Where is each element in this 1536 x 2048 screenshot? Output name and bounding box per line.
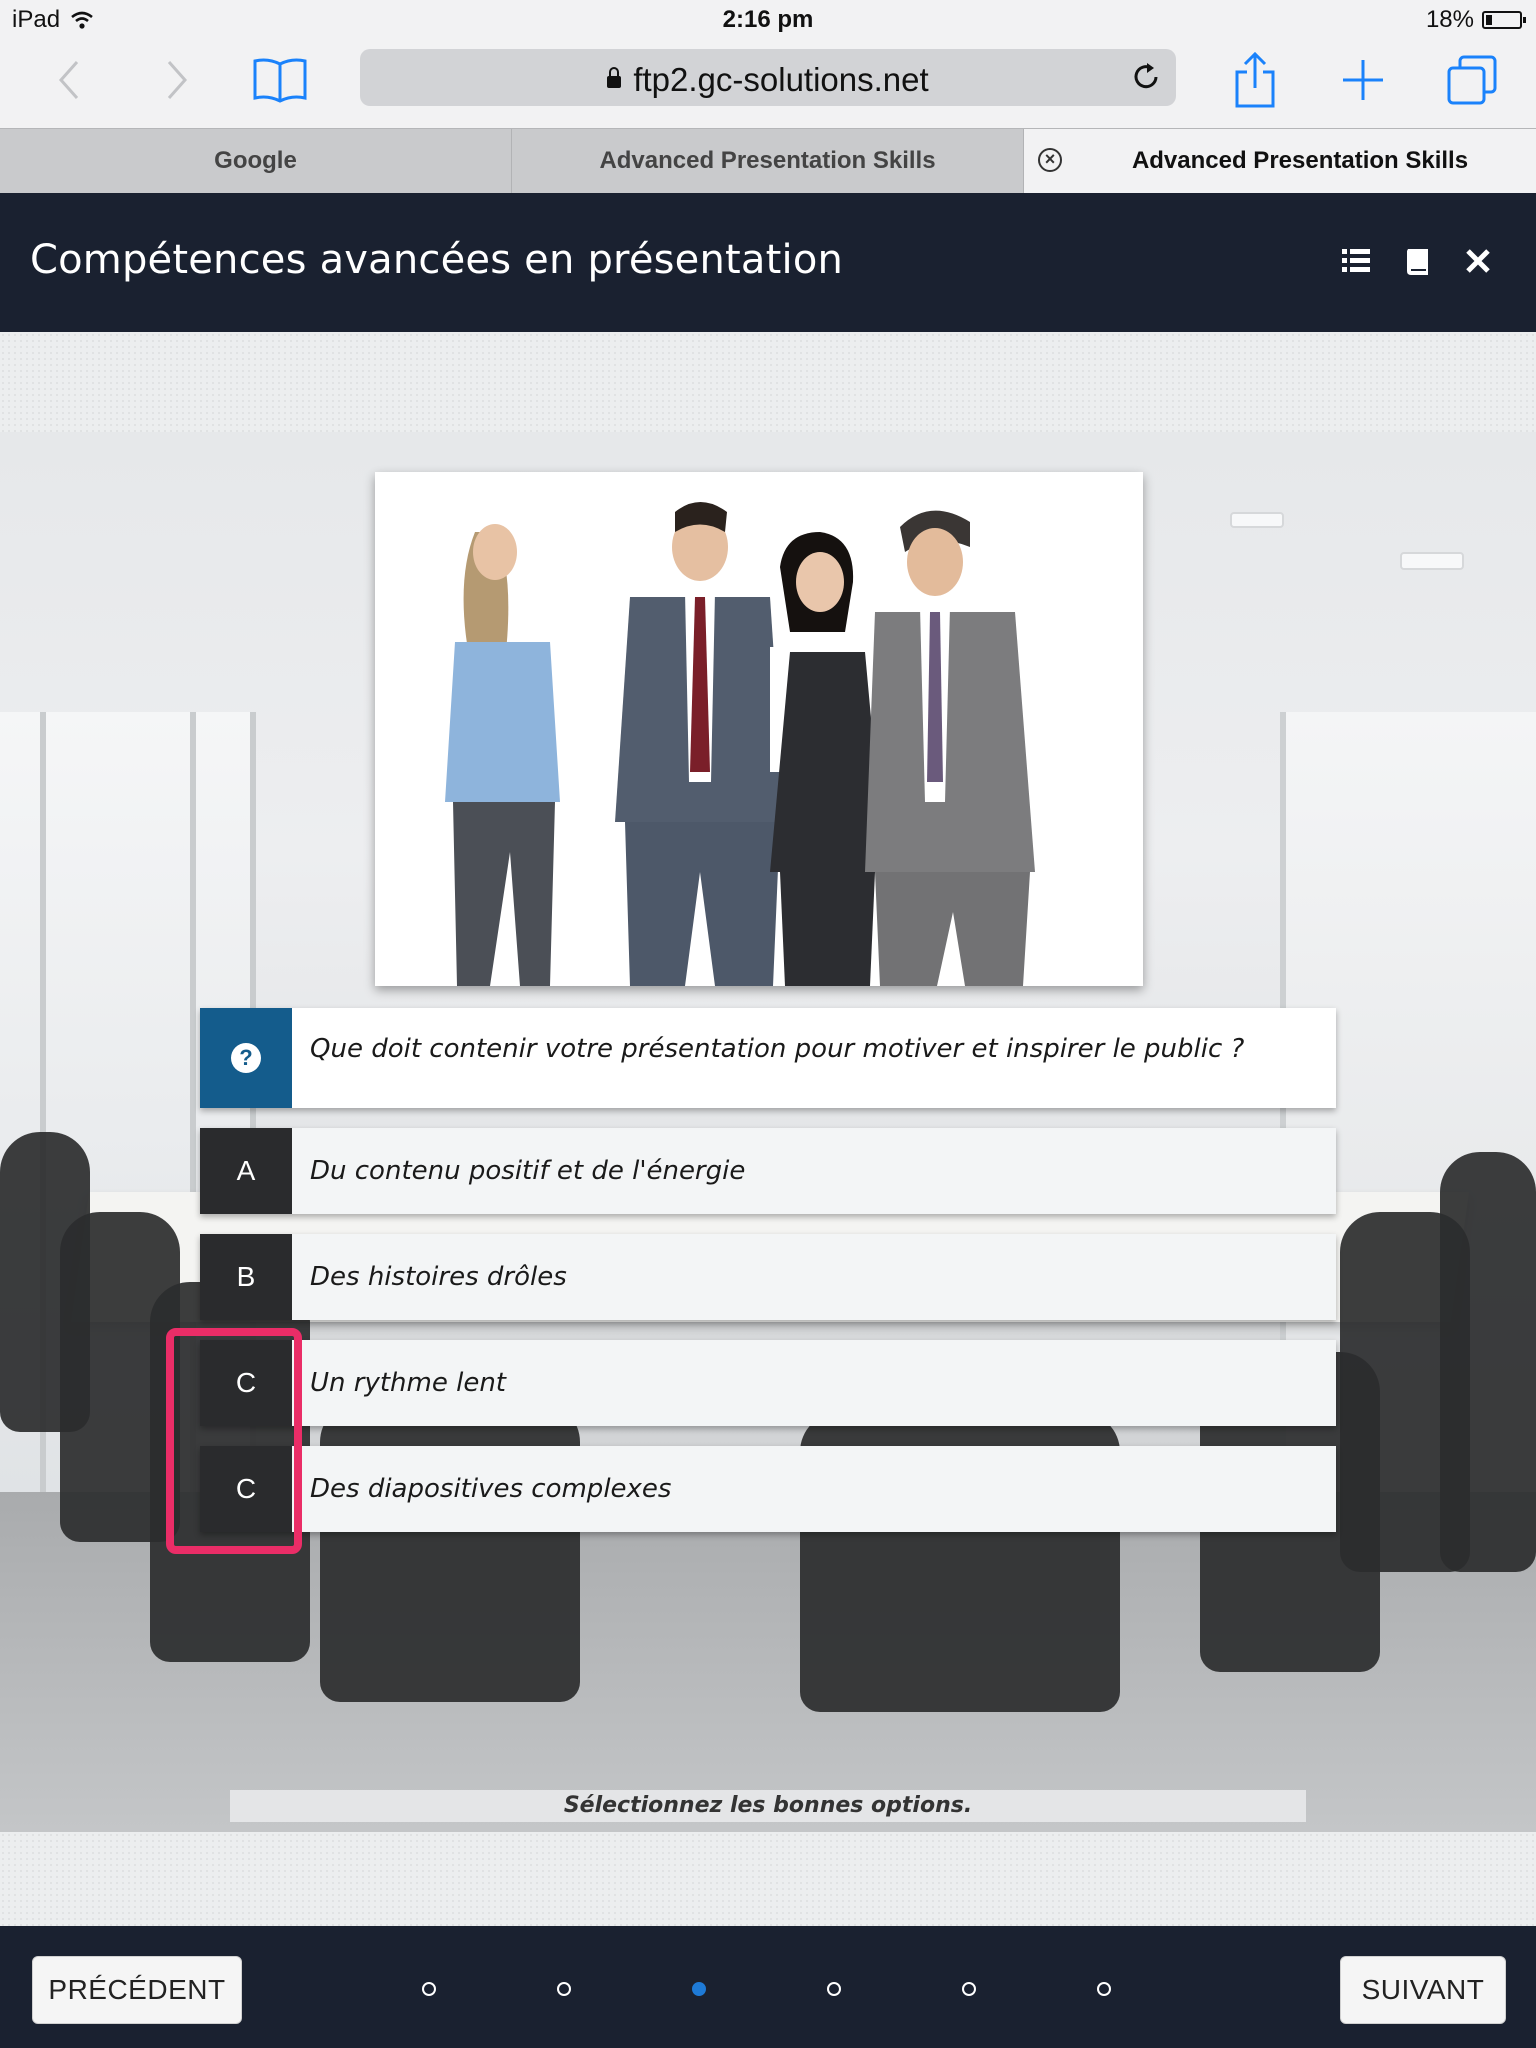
next-button[interactable]: SUIVANT [1340, 1956, 1506, 2024]
business-team-photo [375, 472, 1143, 986]
page-dot-4[interactable] [827, 1982, 841, 1996]
course-title: Compétences avancées en présentation [30, 237, 844, 283]
previous-button[interactable]: PRÉCÉDENT [32, 1956, 242, 2024]
page-dot-6[interactable] [1097, 1982, 1111, 1996]
new-tab-button[interactable] [1338, 50, 1388, 110]
list-icon[interactable] [1340, 245, 1372, 277]
address-bar[interactable]: ftp2.gc-solutions.net [360, 49, 1176, 106]
plus-icon [1343, 60, 1383, 100]
share-button[interactable] [1230, 50, 1280, 110]
status-right: 18% [1425, 6, 1526, 34]
option-text: Un rythme lent [292, 1340, 1336, 1426]
browser-tab-strip: Google Advanced Presentation Skills × Ad… [0, 128, 1536, 193]
tab-label: Advanced Presentation Skills [1131, 147, 1469, 174]
battery-icon [1482, 11, 1526, 29]
page-dot-1[interactable] [422, 1982, 436, 1996]
team-illustration [445, 502, 1035, 986]
share-icon [1235, 52, 1275, 108]
battery-percent: 18% [1425, 6, 1474, 33]
office-chair [1440, 1152, 1536, 1572]
chevron-right-icon [167, 61, 188, 99]
person-woman-left [445, 524, 560, 986]
book-open-icon [253, 58, 307, 103]
instruction-text: Sélectionnez les bonnes options. [230, 1790, 1306, 1822]
forward-button[interactable] [162, 50, 192, 110]
clock: 2:16 pm [722, 6, 814, 33]
answer-option-d[interactable]: C Des diapositives complexes [200, 1446, 1336, 1532]
chevron-left-icon [58, 61, 79, 99]
tabs-overview-button[interactable] [1444, 50, 1500, 110]
answer-option-c[interactable]: C Un rythme lent [200, 1340, 1336, 1426]
tabs-icon [1447, 55, 1497, 105]
url-display: ftp2.gc-solutions.net [360, 61, 1176, 99]
annotation-highlight-box [166, 1328, 302, 1554]
option-letter: B [200, 1234, 292, 1320]
option-letter: A [200, 1128, 292, 1214]
answer-option-a[interactable]: A Du contenu positif et de l'énergie [200, 1128, 1336, 1214]
person-man-center [615, 502, 785, 986]
question-icon: ? [231, 1043, 261, 1073]
ceiling-light [1230, 512, 1284, 528]
back-button[interactable] [54, 50, 84, 110]
texture-band-bottom [0, 1832, 1536, 1926]
person-man-right [865, 510, 1035, 986]
question-label: ? [200, 1008, 292, 1108]
person-woman-right [770, 532, 885, 986]
texture-band-top [0, 332, 1536, 432]
reload-icon[interactable] [1130, 61, 1162, 93]
course-header: Compétences avancées en présentation [0, 193, 1536, 332]
browser-tab-presentation-1[interactable]: Advanced Presentation Skills [512, 129, 1024, 193]
browser-tab-google[interactable]: Google [0, 129, 512, 193]
page-dot-5[interactable] [962, 1982, 976, 1996]
tab-close-icon[interactable]: × [1038, 148, 1062, 172]
browser-tab-presentation-active[interactable]: × Advanced Presentation Skills [1024, 129, 1536, 193]
bookmarks-button[interactable] [250, 50, 310, 110]
question-text: Que doit contenir votre présentation pou… [292, 1008, 1336, 1108]
page-dot-2[interactable] [557, 1982, 571, 1996]
tab-label: Advanced Presentation Skills [599, 147, 936, 174]
close-icon[interactable] [1462, 245, 1494, 277]
answer-option-b[interactable]: B Des histoires drôles [200, 1234, 1336, 1320]
lock-icon [607, 67, 622, 89]
question-row: ? Que doit contenir votre présentation p… [200, 1008, 1336, 1108]
status-bar: iPad 2:16 pm 18% [0, 0, 1536, 40]
tab-label: Google [214, 147, 297, 174]
option-text: Des diapositives complexes [292, 1446, 1336, 1532]
option-text: Du contenu positif et de l'énergie [292, 1128, 1336, 1214]
url-text: ftp2.gc-solutions.net [633, 61, 929, 98]
page-dot-3[interactable] [692, 1982, 706, 1996]
ceiling-light [1400, 552, 1464, 570]
slide-footer: PRÉCÉDENT SUIVANT [0, 1926, 1536, 2048]
book-icon[interactable] [1402, 245, 1434, 277]
battery-fill [1486, 15, 1492, 25]
option-text: Des histoires drôles [292, 1234, 1336, 1320]
